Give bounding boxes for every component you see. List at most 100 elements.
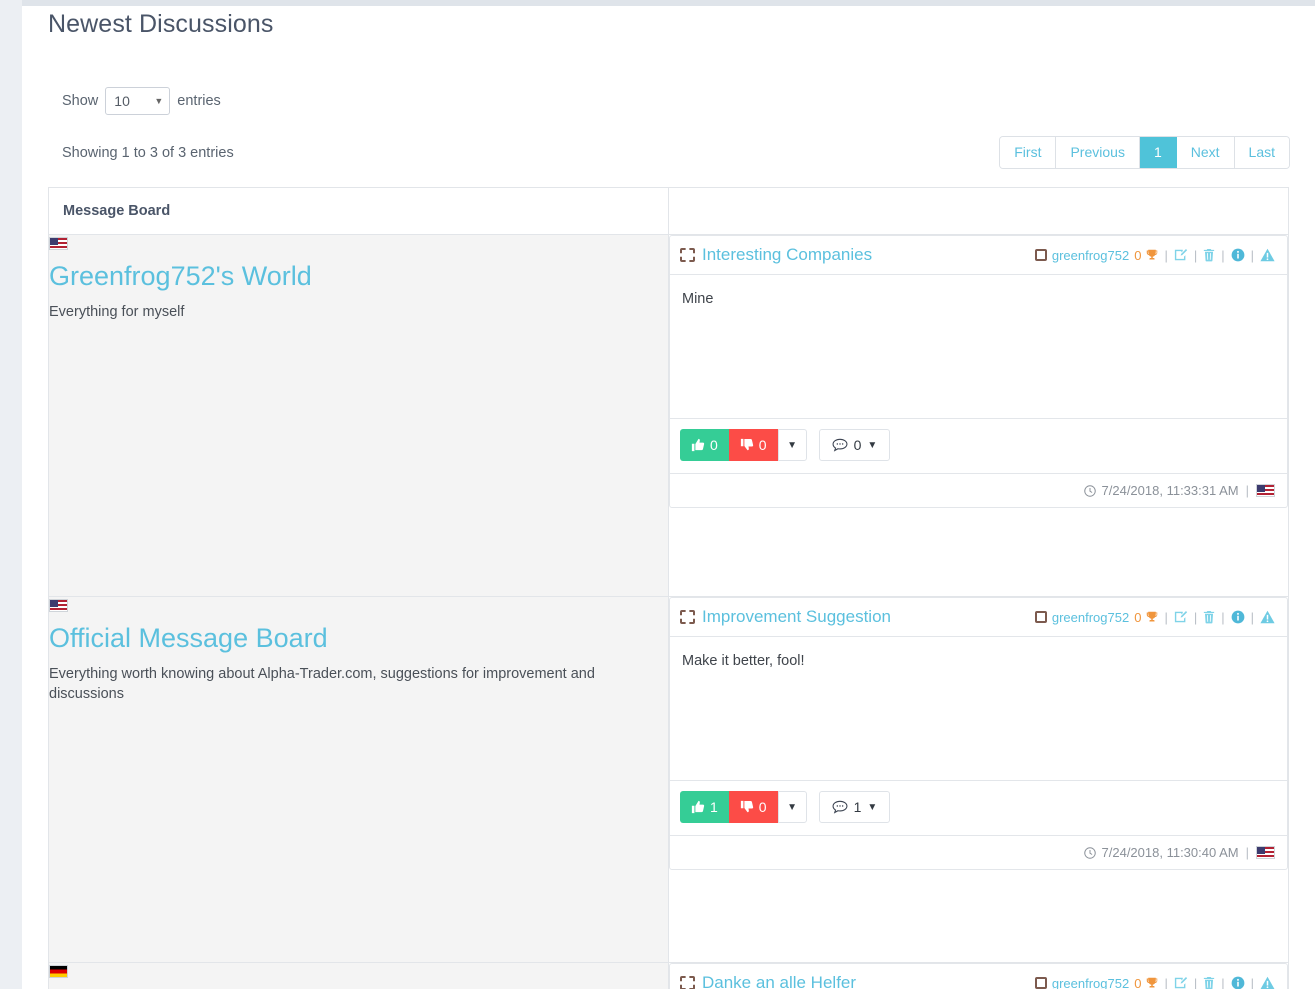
main-content: Newest Discussions Show 10 ▼ entries Sho… [22,6,1315,989]
upvote-button[interactable]: 1 [680,791,729,823]
thread-panel: Danke an alle Helfer greenfrog752 0 | | … [669,963,1288,989]
thread-meta: greenfrog752 0 | | | | [1034,247,1275,263]
thread-author-link[interactable]: greenfrog752 [1052,248,1129,263]
thread-cell: Danke an alle Helfer greenfrog752 0 | | … [668,962,1289,989]
thread-header-left: Interesting Companies [680,245,872,265]
thread-title-link[interactable]: Interesting Companies [702,245,872,265]
thumbs-down-icon [740,800,754,814]
info-and-pagination-row: Showing 1 to 3 of 3 entries First Previo… [48,137,1289,168]
table-row: Greenfrog752's World Everything for myse… [48,234,1289,597]
thread-header-left: Danke an alle Helfer [680,973,856,989]
table-row: Official Message Board Everything worth … [48,596,1289,963]
thread-title-link[interactable]: Danke an alle Helfer [702,973,856,989]
entries-select[interactable]: 10 [105,87,171,115]
edit-icon[interactable] [1174,248,1188,262]
thread-author-link[interactable]: greenfrog752 [1052,610,1129,625]
vote-button-group: 1 0 ▼ [680,791,807,823]
thread-meta: greenfrog752 0 | | | | [1034,609,1275,625]
board-cell: Greenfrog752's World Everything for myse… [48,234,669,597]
clock-icon [1083,846,1096,859]
board-title-link[interactable]: Official Message Board [49,620,668,656]
upvote-button[interactable]: 0 [680,429,729,461]
thread-header-left: Improvement Suggestion [680,607,891,627]
warning-icon[interactable] [1260,976,1275,989]
downvote-button[interactable]: 0 [728,429,778,461]
entries-label: entries [177,93,221,109]
separator: | [1193,975,1198,989]
thread-title-link[interactable]: Improvement Suggestion [702,607,891,627]
warning-icon[interactable] [1260,610,1275,624]
trash-icon[interactable] [1203,976,1215,989]
broken-image-icon [1034,249,1047,261]
clock-icon [1083,484,1096,497]
page-title: Newest Discussions [48,10,274,38]
vote-button-group: 0 0 ▼ [680,429,807,461]
vote-dropdown-toggle[interactable]: ▼ [777,791,807,823]
thread-author-points: 0 [1134,975,1142,989]
pagination-page-1[interactable]: 1 [1139,137,1177,168]
entries-select-wrap[interactable]: 10 ▼ [105,87,171,115]
downvote-button[interactable]: 0 [728,791,778,823]
broken-image-icon [1034,611,1047,623]
table-row: Offizielles Forum Danke an alle Helfer [48,962,1289,989]
column-header-thread[interactable] [668,187,1289,235]
trash-icon[interactable] [1203,248,1215,262]
thread-cell: Interesting Companies greenfrog752 0 | |… [668,234,1289,597]
pagination-next[interactable]: Next [1176,137,1235,168]
info-icon[interactable] [1231,976,1245,989]
thread-panel: Interesting Companies greenfrog752 0 | |… [669,235,1288,508]
thread-cell: Improvement Suggestion greenfrog752 0 | … [668,596,1289,963]
column-header-message-board[interactable]: Message Board [48,187,669,235]
info-icon[interactable] [1231,248,1245,262]
separator: | [1245,845,1249,860]
separator: | [1193,247,1198,263]
thread-footer: 7/24/2018, 11:33:31 AM | [670,473,1287,507]
comments-button[interactable]: 0 ▼ [818,429,891,461]
show-label: Show [62,93,99,109]
comment-count: 0 [853,437,862,453]
thread-body: Make it better, fool! [682,653,805,669]
broken-image-icon [680,976,695,989]
thread-footer: 7/24/2018, 11:30:40 AM | [670,835,1287,869]
board-description: Everything for myself [49,304,185,320]
trash-icon[interactable] [1203,610,1215,624]
board-title-link[interactable]: Greenfrog752's World [49,258,668,294]
separator: | [1245,483,1249,498]
flag-de-icon [49,965,68,979]
pagination[interactable]: First Previous 1 Next Last [1000,137,1289,168]
broken-image-icon [680,248,695,262]
thread-timestamp: 7/24/2018, 11:33:31 AM [1101,483,1239,498]
thread-actions: 0 0 ▼ 0 ▼ [670,418,1287,473]
thread-timestamp: 7/24/2018, 11:30:40 AM [1101,845,1239,860]
show-entries-label: Show 10 ▼ entries [62,87,221,115]
edit-icon[interactable] [1174,976,1188,989]
pagination-last[interactable]: Last [1234,137,1289,168]
thread-header: Improvement Suggestion greenfrog752 0 | … [670,598,1287,637]
warning-icon[interactable] [1260,248,1275,262]
comments-button[interactable]: 1 ▼ [818,791,891,823]
table-head: Message Board [48,187,1289,235]
thread-meta: greenfrog752 0 | | | | [1034,975,1275,989]
flag-us-icon [49,599,68,613]
comment-icon [832,438,848,452]
thread-body: Mine [682,291,714,307]
edit-icon[interactable] [1174,610,1188,624]
thread-author-link[interactable]: greenfrog752 [1052,976,1129,989]
comment-icon [832,800,848,814]
thumbs-down-icon [740,438,754,452]
board-cell: Official Message Board Everything worth … [48,596,669,963]
thumbs-up-icon [691,800,705,814]
separator: | [1164,609,1168,625]
downvote-count: 0 [758,799,767,815]
pagination-first[interactable]: First [1000,137,1057,168]
left-gutter [0,0,22,989]
board-description: Everything worth knowing about Alpha-Tra… [49,666,595,702]
pagination-previous[interactable]: Previous [1056,137,1140,168]
separator: | [1164,247,1168,263]
thread-header: Interesting Companies greenfrog752 0 | |… [670,236,1287,275]
thumbs-up-icon [691,438,705,452]
separator: | [1250,975,1254,989]
separator: | [1193,609,1198,625]
info-icon[interactable] [1231,610,1245,624]
vote-dropdown-toggle[interactable]: ▼ [777,429,807,461]
